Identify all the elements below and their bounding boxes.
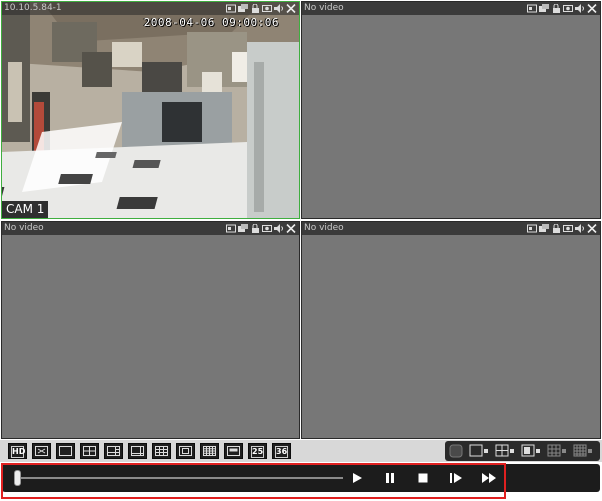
stop-button[interactable] (412, 469, 434, 487)
pane-controls (226, 224, 296, 233)
lock-icon[interactable] (250, 4, 260, 13)
pause-icon (386, 473, 394, 483)
lock-icon[interactable] (551, 4, 561, 13)
layout-4-button[interactable] (80, 443, 99, 459)
layout-20-button[interactable] (224, 443, 243, 459)
seek-thumb[interactable] (14, 470, 21, 486)
pane-title: No video (4, 223, 44, 233)
grid-view-icon[interactable] (547, 444, 567, 458)
snapshot-icon[interactable] (226, 224, 236, 233)
layout-buttons: HD 25 36 (8, 443, 291, 459)
video-pane-2[interactable]: No video (301, 1, 601, 219)
pause-button[interactable] (379, 469, 401, 487)
snapshot-icon[interactable] (527, 4, 537, 13)
camera-icon[interactable] (563, 4, 573, 13)
layout-4-icon (83, 446, 96, 456)
layout-36-button[interactable]: 36 (272, 443, 291, 459)
layout-9-icon (155, 446, 168, 456)
record-icon[interactable] (238, 4, 248, 13)
audio-icon[interactable] (575, 4, 585, 13)
fullscreen-button[interactable] (32, 443, 51, 459)
record-icon[interactable] (238, 224, 248, 233)
close-icon[interactable] (286, 224, 296, 233)
audio-icon[interactable] (274, 224, 284, 233)
fast-forward-button[interactable] (478, 469, 500, 487)
camera-label: CAM 1 (2, 201, 49, 218)
pane-header: 10.10.5.84-1 (2, 2, 299, 15)
dense-grid-view-icon[interactable] (573, 444, 595, 458)
layout-8-icon (131, 446, 144, 456)
hd-label: HD (11, 446, 26, 458)
step-forward-button[interactable] (445, 469, 467, 487)
play-button[interactable] (346, 469, 368, 487)
layout-8-button[interactable] (128, 443, 147, 459)
layout-25-button[interactable]: 25 (248, 443, 267, 459)
close-icon[interactable] (286, 4, 296, 13)
layout-13-icon (179, 446, 192, 456)
close-icon[interactable] (587, 4, 597, 13)
play-icon (353, 473, 362, 483)
quad-view-icon[interactable] (495, 444, 515, 458)
hd-button[interactable]: HD (8, 443, 27, 459)
snapshot-icon[interactable] (527, 224, 537, 233)
camera-icon[interactable] (262, 224, 272, 233)
pane-title: 10.10.5.84-1 (4, 3, 62, 13)
audio-icon[interactable] (575, 224, 585, 233)
pane-controls (527, 4, 597, 13)
layout-9-button[interactable] (152, 443, 171, 459)
single-view-icon[interactable] (469, 444, 489, 458)
layout-1-icon (59, 446, 72, 456)
layout-25-label: 25 (251, 446, 264, 458)
playback-bar (2, 464, 600, 492)
split-view-icon[interactable] (521, 444, 541, 458)
pane-controls (527, 224, 597, 233)
lock-icon[interactable] (551, 224, 561, 233)
camera-icon[interactable] (262, 4, 272, 13)
pane-title: No video (304, 3, 344, 13)
layout-20-icon (227, 446, 240, 456)
camera-icon[interactable] (563, 224, 573, 233)
audio-icon[interactable] (274, 4, 284, 13)
pane-controls (226, 4, 296, 13)
video-pane-4[interactable]: No video (301, 221, 601, 439)
pane-title: No video (304, 223, 344, 233)
step-forward-icon (450, 473, 462, 483)
timestamp-overlay: 2008-04-06 09:00:06 (143, 16, 279, 29)
record-icon[interactable] (539, 224, 549, 233)
layout-13-button[interactable] (176, 443, 195, 459)
snapshot-icon[interactable] (226, 4, 236, 13)
view-mode-panel (445, 441, 600, 461)
record-icon[interactable] (539, 4, 549, 13)
pane-header: No video (2, 222, 299, 235)
layout-toolbar: HD 25 36 (0, 440, 602, 462)
stop-icon (418, 473, 428, 483)
layout-16-button[interactable] (200, 443, 219, 459)
fast-forward-icon (482, 473, 496, 483)
close-icon[interactable] (587, 224, 597, 233)
layout-36-label: 36 (275, 446, 288, 458)
video-grid: 10.10.5.84-1 2008-04-06 09:00:06 CAM 1 N… (0, 0, 602, 440)
layout-6-icon (107, 446, 120, 456)
video-pane-3[interactable]: No video (1, 221, 300, 439)
pane-header: No video (302, 222, 600, 235)
pane-header: No video (302, 2, 600, 15)
layout-1-button[interactable] (56, 443, 75, 459)
camera-feed (2, 2, 299, 218)
lock-icon[interactable] (250, 224, 260, 233)
fullscreen-icon (35, 446, 48, 456)
layout-6-button[interactable] (104, 443, 123, 459)
record-status-icon[interactable] (449, 444, 463, 458)
layout-16-icon (203, 446, 216, 456)
video-pane-1[interactable]: 10.10.5.84-1 2008-04-06 09:00:06 CAM 1 (1, 1, 300, 219)
seek-track[interactable] (16, 477, 343, 479)
